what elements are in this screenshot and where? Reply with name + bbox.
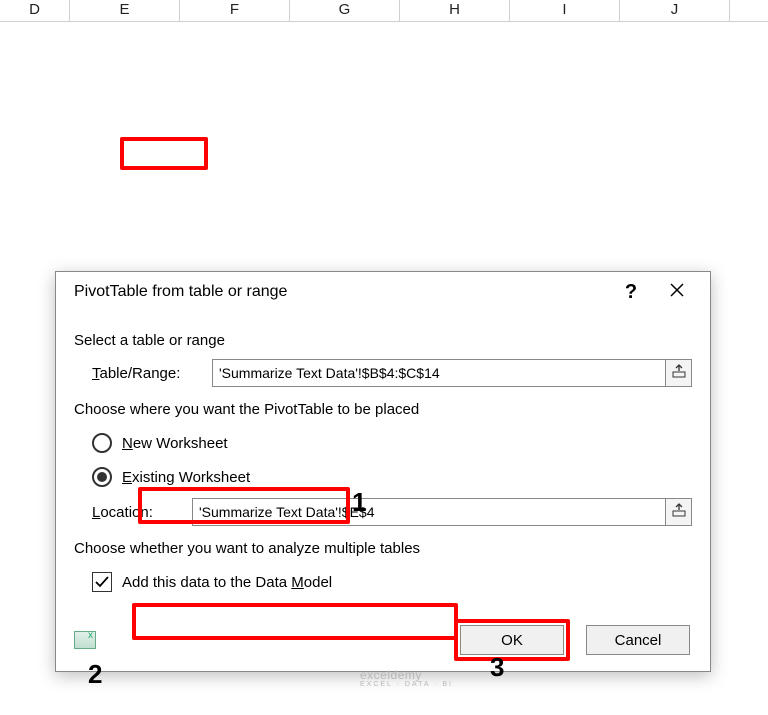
close-button[interactable]: [654, 274, 700, 310]
col-header-d[interactable]: D: [0, 0, 70, 21]
radio-existing-worksheet[interactable]: [92, 467, 112, 487]
radio-new-worksheet[interactable]: [92, 433, 112, 453]
excel-icon: [74, 631, 96, 649]
table-range-label: Table/Range:: [92, 365, 212, 382]
checkbox-add-data-model[interactable]: [92, 572, 112, 592]
new-worksheet-option[interactable]: New Worksheet: [92, 428, 692, 458]
watermark-text: exceldemy: [360, 668, 422, 682]
col-header-h[interactable]: H: [400, 0, 510, 21]
section-analyze: Choose whether you want to analyze multi…: [74, 540, 692, 557]
worksheet-area[interactable]: [0, 22, 768, 272]
table-range-row: Table/Range:: [74, 359, 692, 387]
dialog-body: Select a table or range Table/Range: Cho…: [56, 312, 710, 671]
collapse-dialog-icon: [672, 364, 686, 382]
col-header-g[interactable]: G: [290, 0, 400, 21]
range-picker-button[interactable]: [666, 359, 692, 387]
new-worksheet-label: New Worksheet: [122, 435, 228, 452]
col-header-i[interactable]: I: [510, 0, 620, 21]
location-label: Location:: [92, 504, 192, 521]
highlight-cell-e4: [120, 137, 208, 170]
location-input[interactable]: [192, 498, 666, 526]
col-header-e[interactable]: E: [70, 0, 180, 21]
watermark: exceldemy EXCEL · DATA · BI: [360, 668, 453, 688]
table-range-input[interactable]: [212, 359, 666, 387]
existing-worksheet-label: Existing Worksheet: [122, 469, 250, 486]
callout-3: 3: [490, 652, 504, 683]
column-header-row: D E F G H I J: [0, 0, 768, 22]
section-select-range: Select a table or range: [74, 332, 692, 349]
ok-highlight: OK: [454, 619, 570, 661]
location-row: Location:: [74, 498, 692, 526]
col-header-j[interactable]: J: [620, 0, 730, 21]
dialog-title: PivotTable from table or range: [74, 283, 608, 301]
add-data-model-option[interactable]: Add this data to the Data Model: [92, 567, 692, 597]
cancel-button[interactable]: Cancel: [586, 625, 690, 655]
help-button[interactable]: ?: [608, 274, 654, 310]
close-icon: [669, 282, 685, 303]
callout-1: 1: [352, 487, 366, 518]
col-header-f[interactable]: F: [180, 0, 290, 21]
location-range-picker-button[interactable]: [666, 498, 692, 526]
existing-worksheet-option[interactable]: Existing Worksheet: [92, 462, 692, 492]
callout-2: 2: [88, 659, 102, 690]
watermark-subtext: EXCEL · DATA · BI: [360, 681, 453, 688]
collapse-dialog-icon: [672, 503, 686, 521]
ok-button[interactable]: OK: [460, 625, 564, 655]
add-data-model-label: Add this data to the Data Model: [122, 574, 332, 591]
checkmark-icon: [94, 574, 110, 590]
section-placement: Choose where you want the PivotTable to …: [74, 401, 692, 418]
dialog-titlebar: PivotTable from table or range ?: [56, 272, 710, 312]
pivottable-dialog: PivotTable from table or range ? Select …: [55, 271, 711, 672]
dialog-button-row: OK Cancel: [74, 619, 692, 661]
